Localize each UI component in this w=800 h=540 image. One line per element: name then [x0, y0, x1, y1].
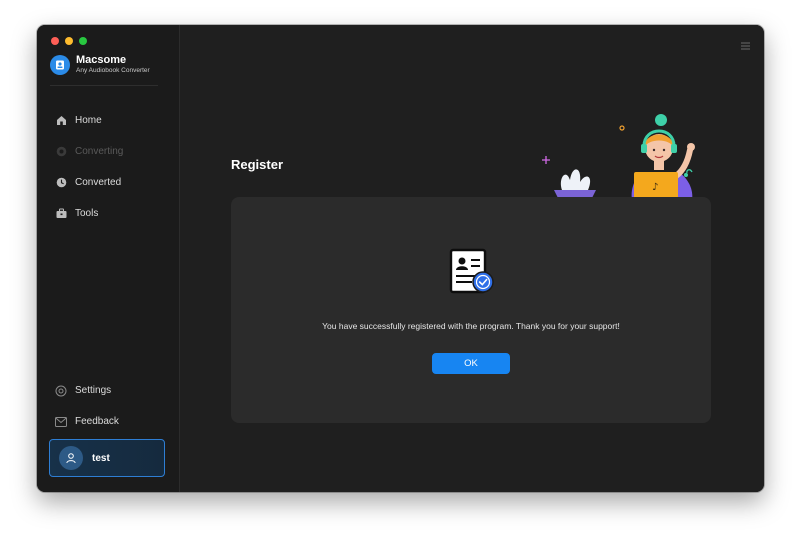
svg-text:♪: ♪ [652, 182, 658, 193]
main-content: Register ♪ You have successfully registe… [180, 25, 764, 492]
converting-icon [55, 146, 67, 158]
user-icon [66, 453, 76, 464]
user-account-card[interactable]: test [49, 439, 165, 477]
sidebar-item-label: Converted [75, 177, 122, 188]
sidebar-item-label: Converting [75, 146, 124, 157]
app-subtitle: Any Audiobook Converter [76, 67, 150, 74]
register-illustration: ♪ [540, 110, 700, 200]
success-message: You have successfully registered with th… [322, 321, 620, 331]
minimize-window-button[interactable] [65, 37, 73, 45]
clock-icon [55, 177, 67, 189]
app-name: Macsome [76, 54, 127, 66]
hamburger-menu-icon[interactable] [741, 37, 750, 55]
gear-icon [55, 385, 67, 397]
home-icon [55, 115, 67, 127]
app-brand: Macsome Any Audiobook Converter [50, 55, 150, 75]
window-controls [51, 37, 87, 45]
close-window-button[interactable] [51, 37, 59, 45]
sidebar-item-settings[interactable]: Settings [55, 375, 119, 406]
sidebar-item-label: Tools [75, 208, 99, 219]
sidebar-item-converting[interactable]: Converting [55, 136, 123, 167]
page-title: Register [231, 157, 284, 172]
register-dialog-panel: You have successfully registered with th… [231, 197, 711, 423]
sidebar-item-label: Feedback [75, 416, 119, 427]
brand-divider [50, 85, 158, 86]
registered-license-icon [447, 248, 495, 301]
app-window: Macsome Any Audiobook Converter Home Con… [37, 25, 764, 492]
app-logo-icon [50, 55, 70, 75]
sidebar-item-label: Home [75, 115, 102, 126]
sidebar-item-feedback[interactable]: Feedback [55, 406, 119, 437]
mail-icon [55, 416, 67, 428]
sidebar-item-converted[interactable]: Converted [55, 167, 123, 198]
sidebar-nav: Home Converting Converted Tools [55, 105, 123, 229]
sidebar: Macsome Any Audiobook Converter Home Con… [37, 25, 180, 492]
ok-button[interactable]: OK [432, 353, 510, 374]
avatar [59, 446, 83, 470]
sidebar-item-label: Settings [75, 385, 112, 396]
toolbox-icon [55, 208, 67, 220]
sidebar-bottom-nav: Settings Feedback [55, 375, 119, 437]
sidebar-item-tools[interactable]: Tools [55, 198, 123, 229]
sidebar-item-home[interactable]: Home [55, 105, 123, 136]
user-name: test [92, 452, 110, 464]
zoom-window-button[interactable] [79, 37, 87, 45]
